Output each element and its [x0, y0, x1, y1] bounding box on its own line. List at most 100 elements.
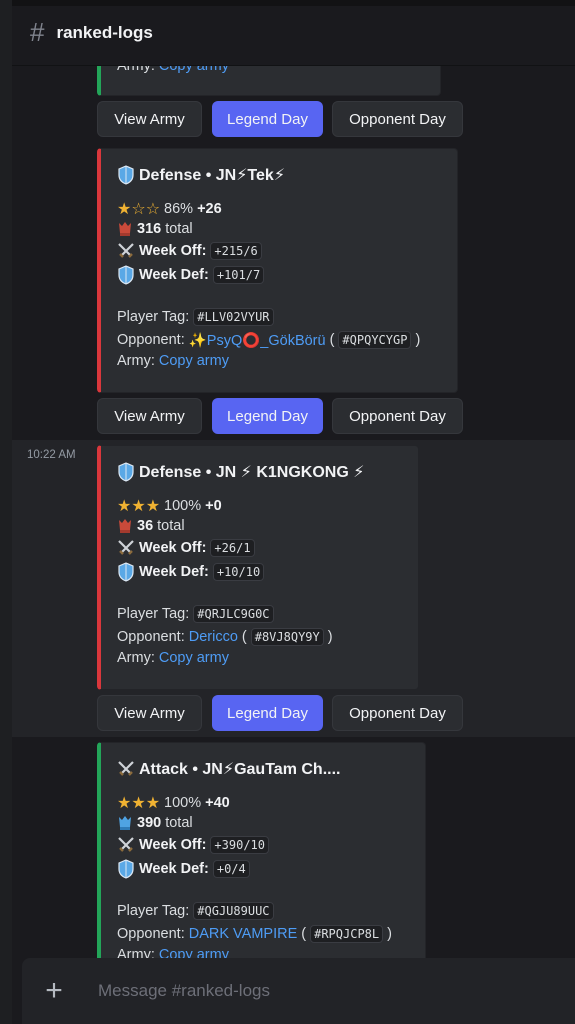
legend-day-button[interactable]: Legend Day [212, 695, 323, 731]
opponent-day-button[interactable]: Opponent Day [332, 398, 463, 434]
trophy-icon [119, 519, 131, 533]
opponent-label: Opponent: [117, 629, 185, 645]
left-rail [0, 0, 12, 1024]
player-tag-line: Player Tag: #LLV02VYUR [117, 308, 274, 326]
opponent-line: Opponent: ✨PsyQ⭕_GökBörü (#QPQYCYGP) [117, 331, 421, 349]
week-def-line: Week Def: +0/4 [117, 859, 250, 879]
player-tag-line: Player Tag: #QGJU89UUC [117, 902, 274, 920]
embed-title: Defense • JN⚡Tek⚡ [117, 165, 285, 185]
copy-army-link[interactable]: Copy army [159, 353, 229, 369]
stars-line: ★★★ 100% +0 [117, 496, 222, 516]
swords-icon [118, 540, 134, 555]
opponent-link[interactable]: Dericco [189, 629, 238, 645]
stars-icon: ★★★ [117, 795, 161, 812]
channel-name: ranked-logs [56, 22, 153, 42]
plus-icon[interactable]: + [22, 974, 86, 1008]
trophy-line: 316 total [117, 221, 193, 237]
hash-icon: # [30, 17, 45, 47]
swords-icon [118, 837, 134, 852]
trophy-icon [119, 222, 131, 236]
player-tag-label: Player Tag: [117, 309, 190, 325]
week-def-label: Week Def: [139, 564, 209, 580]
percent: 86% [164, 201, 194, 217]
opponent-tag: #QPQYCYGP [338, 331, 412, 349]
stars-icon: ★☆☆ [117, 201, 161, 218]
embed-title: Defense • JN ⚡ K1NGKONG ⚡ [117, 462, 364, 482]
player-tag-value: #LLV02VYUR [193, 308, 274, 326]
army-label: Army: [117, 353, 155, 369]
trophy-icon [119, 816, 131, 830]
trophy-delta: +40 [205, 795, 230, 811]
week-def-value: +101/7 [212, 266, 265, 284]
opponent-label: Opponent: [117, 332, 185, 348]
opponent-line: Opponent: Dericco (#8VJ8QY9Y) [117, 628, 333, 646]
view-army-button[interactable]: View Army [97, 695, 202, 731]
view-army-button[interactable]: View Army [97, 101, 202, 137]
week-off-value: +215/6 [210, 242, 262, 260]
log-embed-1: Defense • JN⚡Tek⚡ ★☆☆ 86% +26 316 total … [97, 148, 458, 393]
embed-title-text: Attack • JN⚡GauTam Ch.... [139, 761, 341, 778]
week-off-value: +26/1 [210, 539, 255, 557]
week-off-label: Week Off: [139, 837, 207, 853]
embed-title-text: Defense • JN ⚡ K1NGKONG ⚡ [139, 464, 365, 481]
stars-icon: ★★★ [117, 498, 161, 515]
player-tag-line: Player Tag: #QRJLC9G0C [117, 605, 274, 623]
swords-icon [118, 243, 134, 258]
week-def-line: Week Def: +101/7 [117, 265, 265, 285]
shield-icon [118, 165, 134, 185]
opponent-day-button[interactable]: Opponent Day [332, 101, 463, 137]
app-window: # ranked-logs Army: Copy army View Army … [0, 0, 575, 1024]
embed-title-text: Defense • JN⚡Tek⚡ [139, 167, 286, 184]
week-off-line: Week Off: +215/6 [117, 242, 262, 260]
army-label: Army: [117, 650, 155, 666]
army-line: Army: Copy army [117, 650, 229, 666]
log-embed-3: Attack • JN⚡GauTam Ch.... ★★★ 100% +40 3… [97, 742, 426, 987]
trophy-total: 390 [137, 815, 162, 831]
trophy-delta: +0 [205, 498, 222, 514]
stars-line: ★★★ 100% +40 [117, 793, 230, 813]
week-off-line: Week Off: +390/10 [117, 836, 269, 854]
opponent-label: Opponent: [117, 926, 185, 942]
shield-icon [118, 562, 134, 582]
shield-icon [118, 462, 134, 482]
week-off-label: Week Off: [139, 540, 207, 556]
log-embed-2: Defense • JN ⚡ K1NGKONG ⚡ ★★★ 100% +0 36… [97, 445, 419, 690]
total-label: total [165, 815, 193, 831]
legend-day-button[interactable]: Legend Day [212, 398, 323, 434]
swords-icon [118, 761, 134, 776]
trophy-total: 316 [137, 221, 162, 237]
message-timestamp: 10:22 AM [27, 449, 76, 461]
message-composer[interactable]: + Message #ranked-logs [22, 958, 575, 1024]
opponent-link[interactable]: DARK VAMPIRE [189, 926, 298, 942]
channel-header: # ranked-logs [12, 0, 575, 66]
week-off-line: Week Off: +26/1 [117, 539, 255, 557]
week-def-line: Week Def: +10/10 [117, 562, 265, 582]
player-tag-value: #QGJU89UUC [193, 902, 274, 920]
player-tag-value: #QRJLC9G0C [193, 605, 274, 623]
opponent-tag: #RPQJCP8L [310, 925, 384, 943]
total-label: total [165, 221, 193, 237]
message-input[interactable]: Message #ranked-logs [98, 981, 270, 1001]
trophy-delta: +26 [197, 201, 222, 217]
week-def-value: +0/4 [212, 860, 250, 878]
trophy-line: 36 total [117, 518, 185, 534]
copy-army-link[interactable]: Copy army [159, 650, 229, 666]
opponent-line: Opponent: DARK VAMPIRE (#RPQJCP8L) [117, 925, 392, 943]
week-off-value: +390/10 [210, 836, 269, 854]
total-label: total [157, 518, 185, 534]
opponent-day-button[interactable]: Opponent Day [332, 695, 463, 731]
opponent-tag: #8VJ8QY9Y [250, 628, 324, 646]
stars-line: ★☆☆ 86% +26 [117, 199, 222, 219]
top-strip [12, 0, 575, 6]
opponent-link[interactable]: ✨PsyQ⭕_GökBörü [189, 332, 326, 349]
player-tag-label: Player Tag: [117, 606, 190, 622]
trophy-total: 36 [137, 518, 154, 534]
legend-day-button[interactable]: Legend Day [212, 101, 323, 137]
embed-title: Attack • JN⚡GauTam Ch.... [117, 759, 340, 779]
percent: 100% [164, 498, 202, 514]
week-def-value: +10/10 [212, 563, 265, 581]
army-line: Army: Copy army [117, 353, 229, 369]
week-off-label: Week Off: [139, 243, 207, 259]
percent: 100% [164, 795, 202, 811]
view-army-button[interactable]: View Army [97, 398, 202, 434]
